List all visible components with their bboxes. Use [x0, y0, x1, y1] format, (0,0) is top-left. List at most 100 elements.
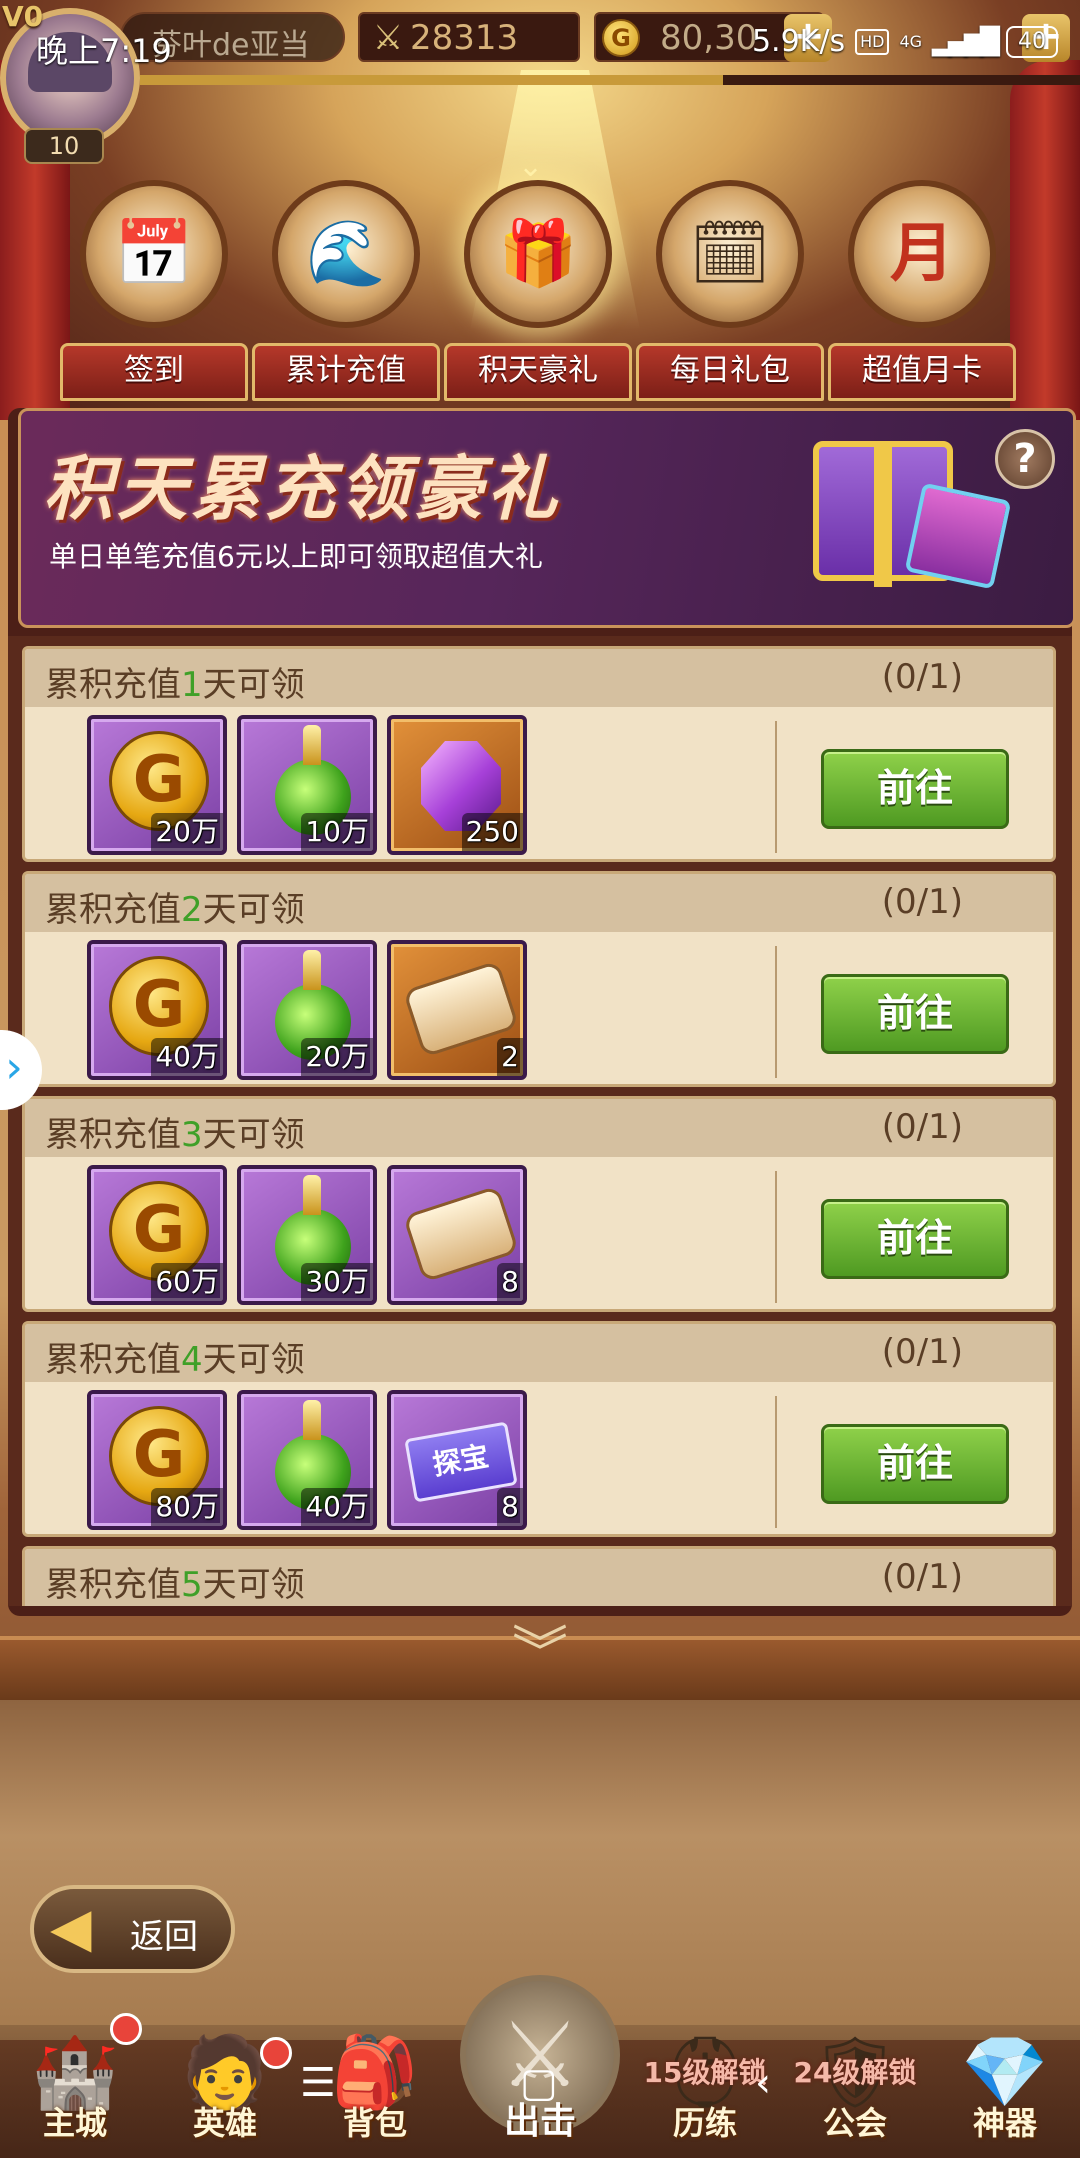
- quantity-badge: 20万: [301, 1038, 373, 1076]
- reward-row: 累积充值1天可领 (0/1) 前往 G 20万 10万 250: [22, 646, 1056, 862]
- reward-title-suffix: 天可领: [202, 890, 305, 930]
- item-quantity: 20万: [155, 815, 219, 848]
- quantity-badge: 30万: [301, 1263, 373, 1301]
- reward-title-prefix: 累积充值: [45, 890, 181, 930]
- home-icon[interactable]: ▢: [520, 2060, 558, 2106]
- item-quantity: 40万: [155, 1040, 219, 1073]
- reward-day-number: 2: [181, 890, 203, 930]
- gold-value: 80,30: [660, 18, 758, 58]
- reward-row-header: 累积充值2天可领 (0/1): [25, 874, 1053, 932]
- back-icon[interactable]: ‹: [755, 2060, 771, 2106]
- tab-daily-accumulate-gift[interactable]: ⌄ 🎁 积天豪礼: [444, 145, 632, 405]
- divider: [775, 1396, 777, 1528]
- tab-label: 每日礼包: [670, 353, 790, 388]
- gold-coin-icon: G: [602, 19, 640, 57]
- status-time: 晚上7:19: [36, 32, 172, 70]
- tab-month-card[interactable]: 月 超值月卡: [828, 145, 1016, 405]
- gift-box-icon: 🎁: [464, 180, 612, 328]
- item-quantity: 2: [501, 1040, 519, 1073]
- network-type: 4G: [899, 32, 923, 51]
- tab-daily-pack[interactable]: 🗓 每日礼包: [636, 145, 824, 405]
- tab-cumulative-recharge[interactable]: 🌊 累计充值: [252, 145, 440, 405]
- reward-title-prefix: 累积充值: [45, 665, 181, 705]
- tab-label: 累计充值: [286, 353, 406, 388]
- reward-title-suffix: 天可领: [202, 1565, 305, 1605]
- reward-day-number: 4: [181, 1340, 203, 1380]
- go-button[interactable]: 前往: [821, 749, 1009, 829]
- reward-row-title: 累积充值5天可领: [45, 1557, 305, 1606]
- hero-banner: 积天累充领豪礼 单日单笔充值6元以上即可领取超值大礼 ?: [18, 408, 1076, 628]
- item-quantity: 20万: [305, 1040, 369, 1073]
- divider: [775, 721, 777, 853]
- reward-day-number: 3: [181, 1115, 203, 1155]
- tab-label: 超值月卡: [862, 353, 982, 388]
- reward-item-gold[interactable]: G 40万: [87, 940, 227, 1080]
- system-status: 5.9K/s HD 4G ▂▄▆█ 40: [752, 24, 1058, 59]
- reward-row-title: 累积充值4天可领: [45, 1332, 305, 1381]
- menu-icon[interactable]: ☰: [300, 2060, 336, 2106]
- reward-day-number: 1: [181, 665, 203, 705]
- help-button[interactable]: ?: [995, 429, 1055, 489]
- quantity-badge: 2: [497, 1038, 523, 1076]
- item-quantity: 60万: [155, 1265, 219, 1298]
- reward-item-scroll[interactable]: 2: [387, 940, 527, 1080]
- quantity-badge: 8: [497, 1263, 523, 1301]
- item-quantity: 40万: [305, 1490, 369, 1523]
- back-label: 返回: [130, 1917, 198, 1957]
- reward-row: 累积充值5天可领(0/1)前往G: [22, 1546, 1056, 1606]
- reward-row-title: 累积充值3天可领: [45, 1107, 305, 1156]
- reward-item-potion[interactable]: 40万: [237, 1390, 377, 1530]
- scroll-down-icon[interactable]: ︾: [500, 1608, 580, 1686]
- reward-item-gold[interactable]: G 20万: [87, 715, 227, 855]
- reward-item-potion[interactable]: 20万: [237, 940, 377, 1080]
- crossed-swords-icon: ⚔: [372, 18, 404, 58]
- reward-row-header: 累积充值4天可领 (0/1): [25, 1324, 1053, 1382]
- reward-progress: (0/1): [881, 1557, 963, 1597]
- reward-title-prefix: 累积充值: [45, 1565, 181, 1605]
- reward-row: 累积充值4天可领 (0/1) 前往 G 80万 40万 探宝 8: [22, 1321, 1056, 1537]
- reward-title-suffix: 天可领: [202, 1340, 305, 1380]
- power-value: 28313: [410, 18, 519, 58]
- reward-progress: (0/1): [881, 657, 963, 697]
- item-quantity: 250: [465, 815, 519, 848]
- daily-calendar-icon: 🗓: [656, 180, 804, 328]
- quantity-badge: 250: [461, 813, 523, 851]
- hero-subtitle: 单日单笔充值6元以上即可领取超值大礼: [49, 540, 543, 573]
- net-speed: 5.9K/s: [751, 24, 846, 59]
- reward-item-potion[interactable]: 30万: [237, 1165, 377, 1305]
- calendar-check-icon: 📅: [80, 180, 228, 328]
- go-button[interactable]: 前往: [821, 1424, 1009, 1504]
- reward-item-gem[interactable]: 250: [387, 715, 527, 855]
- battery-icon: 40: [1006, 25, 1058, 58]
- power-pill: ⚔ 28313: [358, 12, 580, 62]
- reward-item-gold[interactable]: G 80万: [87, 1390, 227, 1530]
- go-button[interactable]: 前往: [821, 974, 1009, 1054]
- divider: [775, 946, 777, 1078]
- wave-umbrella-icon: 🌊: [272, 180, 420, 328]
- reward-row-title: 累积充值1天可领: [45, 657, 305, 706]
- tab-sign-in[interactable]: 📅 签到: [60, 145, 248, 405]
- reward-item-ticket[interactable]: 探宝 8: [387, 1390, 527, 1530]
- xp-bar-fill: [140, 75, 723, 85]
- quantity-badge: 8: [497, 1488, 523, 1526]
- reward-item-potion[interactable]: 10万: [237, 715, 377, 855]
- quantity-badge: 10万: [301, 813, 373, 851]
- reward-list[interactable]: 累积充值1天可领 (0/1) 前往 G 20万 10万 250 累积充值2天可领 (0/1) 前往…: [8, 636, 1072, 1606]
- reward-title-suffix: 天可领: [202, 1115, 305, 1155]
- notification-dot: [110, 2013, 142, 2045]
- chevron-down-icon: ⌄: [518, 149, 544, 184]
- go-button[interactable]: 前往: [821, 1199, 1009, 1279]
- reward-day-number: 5: [181, 1565, 203, 1605]
- reward-item-gold[interactable]: G 60万: [87, 1165, 227, 1305]
- tab-label: 积天豪礼: [478, 353, 598, 388]
- reward-progress: (0/1): [881, 1107, 963, 1147]
- quantity-badge: 40万: [301, 1488, 373, 1526]
- reward-progress: (0/1): [881, 882, 963, 922]
- gift-box-small-illustration: [904, 482, 1012, 590]
- xp-bar: [140, 75, 1080, 85]
- reward-row-header: 累积充值3天可领 (0/1): [25, 1099, 1053, 1157]
- item-quantity: 8: [501, 1490, 519, 1523]
- back-button[interactable]: ◀ 返回: [30, 1885, 235, 1973]
- reward-title-prefix: 累积充值: [45, 1115, 181, 1155]
- reward-item-scroll[interactable]: 8: [387, 1165, 527, 1305]
